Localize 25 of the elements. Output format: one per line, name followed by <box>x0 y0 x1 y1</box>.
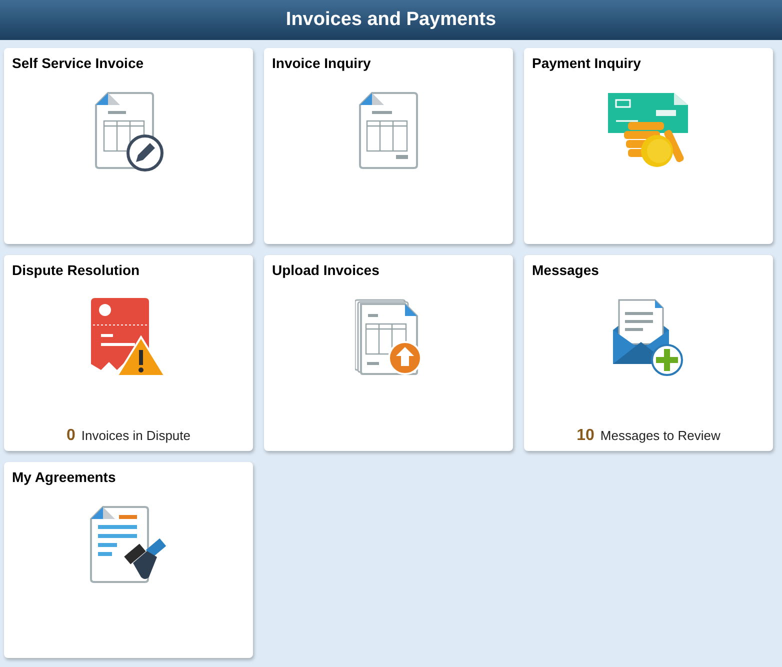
documents-upload-icon <box>354 298 422 376</box>
invoice-edit-icon <box>94 91 164 173</box>
document-handshake-icon <box>88 505 168 585</box>
invoice-icon <box>358 91 420 171</box>
count: 10 <box>576 427 594 445</box>
page-title: Invoices and Payments <box>286 9 496 31</box>
tile-title: Upload Invoices <box>272 262 380 278</box>
count-label: Invoices in Dispute <box>81 428 191 443</box>
envelope-add-icon <box>612 298 684 378</box>
tile-title: Dispute Resolution <box>12 262 140 278</box>
tile[interactable]: Invoice Inquiry <box>264 48 513 244</box>
tile[interactable]: Self Service Invoice <box>4 48 253 244</box>
tile[interactable]: Payment Inquiry <box>524 48 773 244</box>
tile-title: Invoice Inquiry <box>272 55 371 71</box>
tile[interactable]: Dispute Resolution 0 Invoices in Dispute <box>4 255 253 451</box>
count-label: Messages to Review <box>600 428 720 443</box>
tile-title: Payment Inquiry <box>532 55 641 71</box>
tile-title: Self Service Invoice <box>12 55 144 71</box>
tile[interactable]: Upload Invoices <box>264 255 513 451</box>
receipt-warning-icon <box>90 298 166 378</box>
tile-title: Messages <box>532 262 599 278</box>
tile-title: My Agreements <box>12 469 116 485</box>
count: 0 <box>66 427 76 445</box>
tile[interactable]: Messages 10 Messages to Review <box>524 255 773 451</box>
tile[interactable]: My Agreements <box>4 462 253 658</box>
